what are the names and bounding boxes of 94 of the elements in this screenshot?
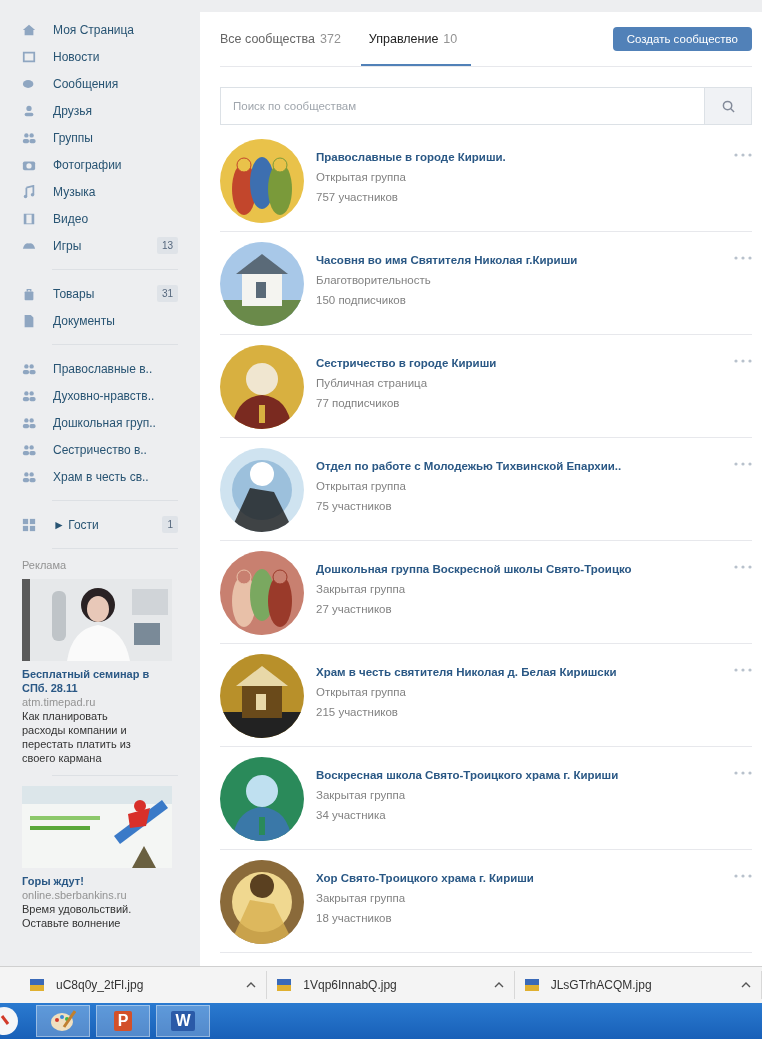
community-name[interactable]: Часовня во имя Святителя Николая г.Кириши (316, 254, 734, 266)
sidebar-item[interactable]: Музыка (22, 178, 178, 205)
caret-icon[interactable] (741, 982, 751, 989)
member-count: 757 участников (316, 191, 399, 203)
counter-badge: 31 (156, 285, 178, 302)
sidebar-item[interactable]: Духовно-нравств.. (22, 382, 178, 409)
sidebar-item[interactable]: Игры 13 (22, 232, 178, 259)
sidebar-item[interactable]: Фотографии (22, 151, 178, 178)
sidebar-item[interactable]: Сестричество в.. (22, 436, 178, 463)
member-count: 27 участников (316, 603, 393, 615)
community-type: Публичная страница (316, 377, 429, 389)
community-name[interactable]: Православные в городе Кириши. (316, 151, 734, 163)
sidebar-item[interactable]: ► Гости 1 (22, 511, 178, 538)
sidebar-item[interactable]: Моя Страница (22, 16, 178, 43)
ad-title[interactable]: Бесплатный семинар в СПб. 28.11 (22, 667, 174, 695)
people-icon (22, 469, 36, 484)
download-item[interactable]: JLsGTrhACQM.jpg (514, 971, 762, 1000)
taskbar-button[interactable]: W (156, 1005, 210, 1037)
home-icon (22, 22, 36, 37)
more-icon[interactable] (734, 153, 752, 157)
more-icon[interactable] (734, 565, 752, 569)
member-count: 34 участника (316, 809, 387, 821)
download-item[interactable]: 1Vqp6InnabQ.jpg (267, 971, 515, 1000)
newspaper-icon (22, 49, 36, 64)
community-name[interactable]: Сестричество в городе Кириши (316, 357, 734, 369)
sidebar-item[interactable]: Товары 31 (22, 280, 178, 307)
document-icon (22, 313, 36, 328)
member-count: 215 участников (316, 706, 399, 718)
people-icon (22, 130, 36, 145)
taskbar-button[interactable]: P (96, 1005, 150, 1037)
ad-title[interactable]: Горы ждут! (22, 874, 174, 888)
community-name[interactable]: Дошкольная группа Воскресной школы Свято-Троицко (316, 563, 734, 575)
community-type: Открытая группа (316, 686, 407, 698)
ad-text: Как планировать расходы компании и перестать платить из своего кармана (22, 709, 132, 765)
people-icon (22, 388, 36, 403)
caret-icon[interactable] (246, 982, 257, 989)
community-name[interactable]: Воскресная школа Свято-Троицкого храма г. Кириши (316, 769, 734, 781)
more-icon[interactable] (734, 668, 752, 672)
community-type: Открытая группа (316, 480, 407, 492)
ad-site: atm.timepad.ru (22, 695, 97, 709)
sidebar-item[interactable]: Видео (22, 205, 178, 232)
powerpoint-logo: P (113, 1011, 133, 1031)
sidebar-item[interactable]: Сообщения (22, 70, 178, 97)
counter-badge: 1 (162, 516, 178, 533)
community-name[interactable]: Храм в честь святителя Николая д. Белая Киришски (316, 666, 734, 678)
ads-heading: Реклама (22, 559, 68, 571)
taskbar-button[interactable] (36, 1005, 90, 1037)
member-count: 150 подписчиков (316, 294, 407, 306)
community-type: Закрытая группа (316, 892, 407, 904)
music-note-icon (22, 184, 36, 199)
download-item[interactable]: uC8q0y_2tFl.jpg (20, 971, 268, 1000)
sidebar-item[interactable]: Дошкольная груп.. (22, 409, 178, 436)
ad-text: Время удовольствий. Оставьте волнение (22, 902, 133, 930)
sidebar-item[interactable]: Друзья (22, 97, 178, 124)
community-type: Открытая группа (316, 171, 407, 183)
more-icon[interactable] (734, 359, 752, 363)
community-type: Благотворительность (316, 274, 432, 286)
more-icon[interactable] (734, 256, 752, 260)
word-logo: W (171, 1011, 195, 1031)
more-icon[interactable] (734, 771, 752, 775)
image-file-icon (277, 979, 292, 992)
search-button[interactable] (704, 87, 752, 125)
more-icon[interactable] (734, 462, 752, 466)
search-field[interactable]: Поиск по сообществам (220, 87, 704, 125)
community-name[interactable]: Хор Свято-Троицкого храма г. Кириши (316, 872, 734, 884)
palette-icon (50, 1009, 76, 1033)
people-icon (22, 415, 36, 430)
tab[interactable]: Все сообщества 372 (220, 12, 341, 66)
search-icon (721, 99, 735, 113)
sidebar-item[interactable]: Новости (22, 43, 178, 70)
sidebar-item[interactable]: Храм в честь св.. (22, 463, 178, 490)
grid-icon (22, 517, 36, 532)
community-name[interactable]: Отдел по работе с Молодежью Тихвинской Епархии.. (316, 460, 734, 472)
member-count: 77 подписчиков (316, 397, 401, 409)
film-icon (22, 211, 36, 226)
sidebar-item[interactable]: Группы (22, 124, 178, 151)
people-icon (22, 442, 36, 457)
sidebar-item[interactable]: Документы (22, 307, 178, 334)
community-type: Закрытая группа (316, 789, 407, 801)
more-icon[interactable] (734, 874, 752, 878)
image-file-icon (30, 979, 44, 992)
people-icon (22, 361, 36, 376)
person-icon (22, 103, 36, 118)
community-type: Закрытая группа (316, 583, 407, 595)
caret-icon[interactable] (493, 982, 504, 989)
member-count: 75 участников (316, 500, 393, 512)
image-file-icon (524, 979, 539, 992)
member-count: 18 участников (316, 912, 393, 924)
bag-icon (22, 286, 36, 301)
counter-badge: 13 (156, 237, 178, 254)
tab[interactable]: Управление 10 (360, 12, 472, 66)
ad-site: online.sberbankins.ru (22, 888, 128, 902)
create-community-button[interactable]: Создать сообщество (612, 27, 752, 51)
sidebar-item[interactable]: Православные в.. (22, 355, 178, 382)
